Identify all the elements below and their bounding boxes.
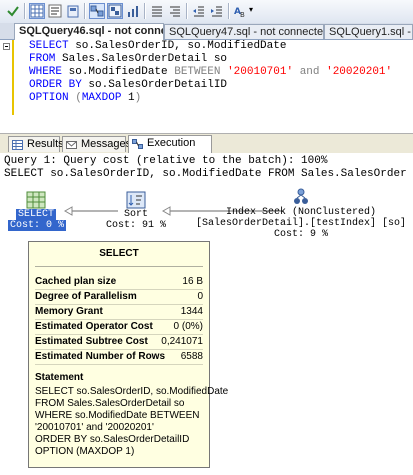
- keyword: OPTION: [29, 92, 69, 104]
- execution-plan-icon: [132, 139, 143, 149]
- tooltip-title: SELECT: [99, 248, 139, 259]
- node-cost: Cost: 91 %: [105, 220, 166, 231]
- collapse-icon[interactable]: [3, 43, 10, 50]
- document-tabs: SQLQuery46.sql - not connected* SQLQuery…: [0, 23, 413, 40]
- grid-icon: [12, 140, 23, 150]
- plan-node-select[interactable]: SELECT Cost: 0 %: [8, 191, 67, 231]
- toolbar-separator: [228, 3, 230, 19]
- toolbar-separator: [24, 3, 26, 19]
- node-name: Index Seek (NonClustered): [225, 207, 377, 218]
- editor-gutter: [0, 40, 14, 130]
- tab-label: SQLQuery1.sql -: [329, 26, 411, 38]
- text-results-icon[interactable]: [47, 3, 63, 19]
- change-marker: [12, 40, 14, 115]
- svg-text:B: B: [240, 11, 245, 18]
- property-name: Cached plan size: [35, 276, 117, 287]
- plan-node-index-seek[interactable]: Index Seek (NonClustered) [SalesOrderDet…: [196, 187, 406, 240]
- specify-values-icon[interactable]: AB ▾: [233, 3, 255, 19]
- tooltip-row: Estimated Operator Cost 0 (0%): [35, 320, 203, 335]
- toolbar-separator: [144, 3, 146, 19]
- property-value: 0: [197, 291, 203, 302]
- keyword: WHERE: [29, 66, 63, 78]
- decrease-indent-icon[interactable]: [191, 3, 207, 19]
- sort-icon: [126, 191, 146, 209]
- include-plan-icon[interactable]: [107, 3, 123, 19]
- tab-execution-plan[interactable]: Execution plan: [128, 135, 212, 164]
- check-icon[interactable]: [5, 3, 21, 19]
- property-name: Memory Grant: [35, 306, 103, 317]
- tooltip-row: Cached plan size 16 B: [35, 275, 203, 290]
- node-name: SELECT: [15, 209, 56, 220]
- message-icon: [66, 140, 77, 150]
- property-name: Estimated Subtree Cost: [35, 336, 148, 347]
- keyword: BETWEEN: [174, 66, 221, 78]
- code-text: Sales.SalesOrderDetail so: [55, 53, 228, 65]
- node-cost: Cost: 0 %: [8, 220, 67, 231]
- code-text: so.SalesOrderID, so.ModifiedDate: [68, 40, 287, 52]
- tooltip-row: Estimated Number of Rows 6588: [35, 350, 203, 365]
- statement-text: SELECT so.SalesOrderID, so.ModifiedDate …: [35, 386, 229, 457]
- tab-label: Messages: [81, 138, 132, 150]
- code-text: so.ModifiedDate: [62, 66, 175, 78]
- property-name: Degree of Parallelism: [35, 291, 137, 302]
- statement-label: Statement: [35, 372, 84, 383]
- client-stats-icon[interactable]: [125, 3, 141, 19]
- increase-indent-icon[interactable]: [209, 3, 225, 19]
- code-line-5: OPTION (MAXDOP 1): [29, 92, 141, 105]
- tooltip-row: Memory Grant 1344: [35, 305, 203, 320]
- operator-tooltip: SELECT Cached plan size 16 B Degree of P…: [28, 241, 229, 468]
- file-results-icon[interactable]: [65, 3, 81, 19]
- code-text: 1: [121, 92, 135, 104]
- display-plan-icon[interactable]: [89, 3, 105, 19]
- tooltip-divider: [35, 266, 203, 267]
- string-literal: '20010701': [227, 66, 294, 78]
- property-name: Estimated Number of Rows: [35, 351, 166, 362]
- code-line-2: FROM Sales.SalesOrderDetail so: [29, 53, 227, 66]
- query-editor[interactable]: SELECT so.SalesOrderID, so.ModifiedDate …: [0, 40, 413, 130]
- code-line-3: WHERE so.ModifiedDate BETWEEN '20010701'…: [29, 66, 392, 79]
- dropdown-arrow-icon[interactable]: ▾: [249, 5, 253, 14]
- property-value: 16 B: [182, 276, 203, 287]
- tooltip-row: Estimated Subtree Cost 0,241071: [35, 335, 203, 350]
- tab-sqlquery1[interactable]: SQLQuery1.sql -: [324, 24, 413, 39]
- grid-results-icon[interactable]: [29, 3, 45, 19]
- index-seek-icon: [291, 187, 311, 207]
- tab-label: SQLQuery47.sql - not connected*: [169, 26, 324, 38]
- property-value: 6588: [180, 351, 203, 362]
- tab-sqlquery47[interactable]: SQLQuery47.sql - not connected*: [164, 24, 324, 39]
- paren: ): [134, 92, 142, 104]
- keyword: MAXDOP: [81, 92, 122, 104]
- tab-label: Results: [27, 138, 64, 150]
- keyword: FROM: [29, 53, 56, 65]
- toolbar-separator: [186, 3, 188, 19]
- node-name: Sort: [123, 209, 148, 220]
- keyword: and: [299, 66, 320, 78]
- property-value: 1344: [180, 306, 203, 317]
- tab-label: SQLQuery46.sql - not connected*: [19, 25, 164, 37]
- string-literal: '20020201': [326, 66, 393, 78]
- query-toolbar: AB ▾: [0, 0, 413, 24]
- tab-messages[interactable]: Messages: [62, 136, 131, 152]
- tooltip-row: Degree of Parallelism 0: [35, 290, 203, 305]
- paren: (: [75, 92, 82, 104]
- plan-node-sort[interactable]: Sort Cost: 91 %: [104, 191, 168, 231]
- node-object: [SalesOrderDetail].[testIndex] [so]: [196, 218, 407, 229]
- property-name: Estimated Operator Cost: [35, 321, 153, 332]
- tab-sqlquery46[interactable]: SQLQuery46.sql - not connected*: [14, 23, 164, 40]
- code-text: so.SalesOrderDetailID: [81, 79, 228, 91]
- property-value: 0 (0%): [173, 321, 203, 332]
- keyword: SELECT: [29, 40, 69, 52]
- comment-icon[interactable]: [149, 3, 165, 19]
- toolbar-separator: [84, 3, 86, 19]
- code-line-1: SELECT so.SalesOrderID, so.ModifiedDate: [29, 40, 286, 53]
- uncomment-icon[interactable]: [167, 3, 183, 19]
- flow-arrowhead: [63, 206, 73, 216]
- select-icon: [26, 191, 46, 209]
- keyword: ORDER BY: [29, 79, 82, 91]
- node-cost: Cost: 9 %: [273, 229, 328, 240]
- code-line-4: ORDER BY so.SalesOrderDetailID: [29, 79, 227, 92]
- property-value: 0,241071: [161, 336, 203, 347]
- tab-results[interactable]: Results: [8, 136, 64, 152]
- results-tabs: Results Messages Execution plan: [0, 133, 413, 164]
